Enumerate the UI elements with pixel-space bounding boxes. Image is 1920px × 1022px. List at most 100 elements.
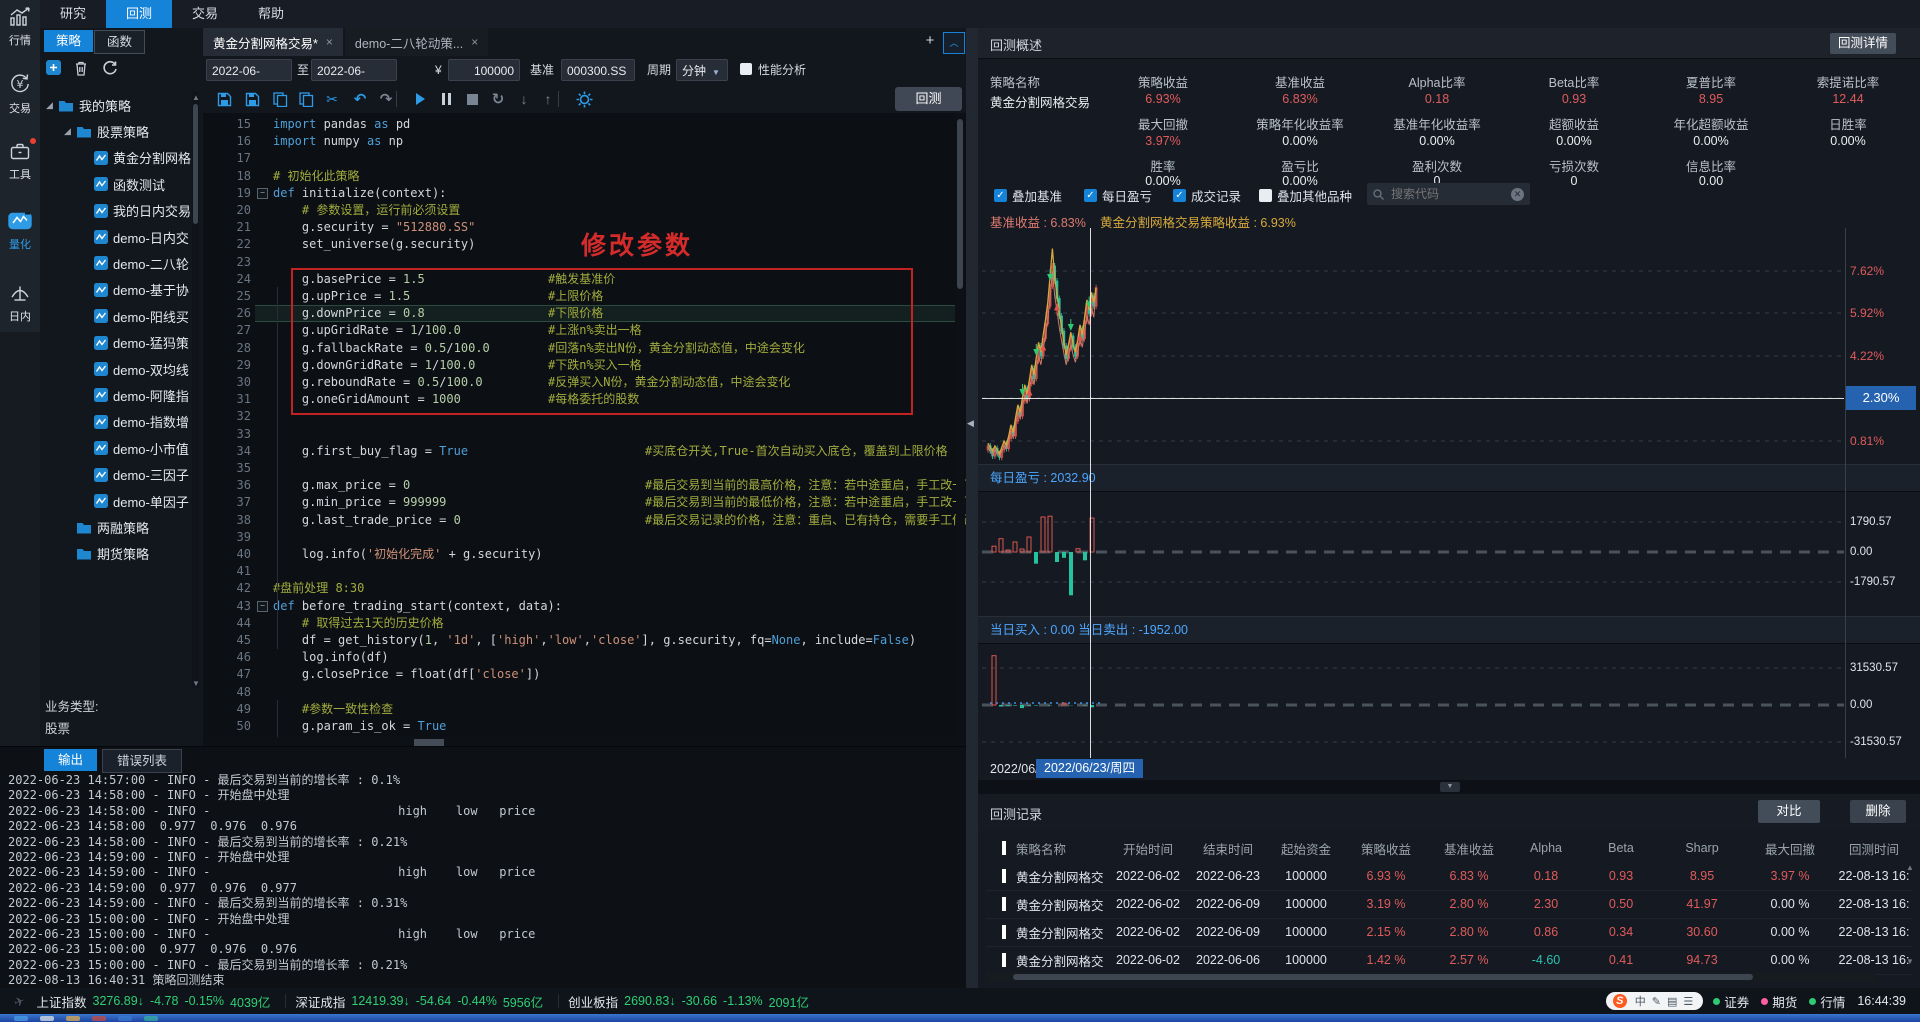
row-checkbox[interactable] [1002, 953, 1006, 967]
benchmark-field[interactable]: 000300.SS [561, 59, 635, 81]
collapse-panel-button[interactable]: ︿ [943, 32, 965, 54]
taskbar-app-icon[interactable] [92, 1016, 106, 1021]
run-icon[interactable] [410, 90, 430, 108]
ime-tool-icon[interactable]: 中 [1635, 993, 1646, 1009]
ime-logo-icon[interactable]: S [1613, 994, 1627, 1008]
record-row-3[interactable]: 黄金分割网格交2022-06-022022-06-061000001.42 %2… [986, 946, 1916, 974]
connection-行情[interactable]: 行情 [1809, 992, 1845, 1011]
tree-scroll-up-icon[interactable]: ▲ [192, 94, 200, 102]
filter-叠加其他品种[interactable]: 叠加其他品种 [1259, 186, 1352, 205]
sidebar-item-3[interactable]: 量化 [0, 210, 40, 252]
daily-pnl-chart[interactable] [982, 490, 1844, 614]
cut-icon[interactable]: ✂ [322, 90, 342, 108]
editor-tab-0[interactable]: 黄金分割网格交易*× [203, 28, 343, 56]
tree-scrollbar[interactable] [192, 92, 199, 688]
delete-button[interactable]: 删除 [1850, 800, 1906, 823]
checkbox-icon[interactable]: ✓ [1173, 189, 1186, 202]
add-icon[interactable] [46, 60, 61, 78]
filter-成交记录[interactable]: ✓成交记录 [1173, 186, 1241, 205]
copy-icon[interactable] [270, 90, 290, 108]
sidebar-item-2[interactable]: 工具 [0, 140, 40, 182]
ime-tool-icon[interactable]: ☰ [1683, 995, 1693, 1008]
step-up-icon[interactable]: ↑ [538, 90, 558, 108]
menu-item-1[interactable]: 回测 [106, 0, 172, 28]
row-checkbox[interactable] [1002, 869, 1006, 883]
restart-icon[interactable]: ↻ [488, 90, 508, 108]
connection-证券[interactable]: 证券 [1713, 992, 1749, 1011]
editor-vscrollbar[interactable] [956, 113, 964, 737]
ime-tool-icon[interactable]: ▤ [1667, 995, 1677, 1008]
sidebar-item-0[interactable]: 行情 [0, 6, 40, 48]
records-hscrollbar[interactable] [988, 972, 1876, 982]
backtest-detail-button[interactable]: 回测详情 [1830, 33, 1896, 54]
filter-每日盈亏[interactable]: ✓每日盈亏 [1084, 186, 1152, 205]
taskbar-app-icon[interactable] [66, 1016, 80, 1021]
close-tab-icon[interactable]: × [326, 35, 333, 49]
settings-icon[interactable] [574, 90, 594, 108]
records-scroll-down-icon[interactable]: ▼ [1906, 958, 1914, 966]
period-select[interactable]: 分钟▼ [676, 59, 728, 81]
ime-toolbar[interactable]: S中 ✎ ▤ ☰ [1606, 992, 1704, 1010]
log-tab-输出[interactable]: 输出 [44, 749, 97, 771]
tree-item-两融策略[interactable]: 两融策略 [40, 514, 216, 540]
compare-button[interactable]: 对比 [1758, 800, 1820, 823]
search-input[interactable] [1389, 186, 1511, 202]
windows-taskbar[interactable] [0, 1014, 1920, 1022]
taskbar-app-icon[interactable] [14, 1016, 28, 1021]
sidebar-item-4[interactable]: 日内 [0, 282, 40, 324]
sidebar-item-1[interactable]: ¥交易 [0, 72, 40, 116]
close-tab-icon[interactable]: × [471, 35, 478, 49]
taskbar-app-icon[interactable] [118, 1016, 132, 1021]
panel-splitter[interactable]: ◀ [966, 28, 978, 988]
checkbox-icon[interactable]: ✓ [1084, 189, 1097, 202]
equity-chart[interactable] [982, 228, 1844, 464]
menu-item-0[interactable]: 研究 [40, 0, 106, 28]
splitter-collapse-icon[interactable]: ◀ [967, 418, 974, 429]
collapse-records-icon[interactable]: ▼ [1440, 782, 1460, 792]
checkbox-icon[interactable] [1259, 189, 1272, 202]
tree-item-股票策略[interactable]: ◢股票策略 [40, 118, 216, 144]
date-to-field[interactable]: 2022-06-23▦ [311, 59, 397, 81]
date-from-field[interactable]: 2022-06-02▦ [206, 59, 292, 81]
pause-icon[interactable] [436, 90, 456, 108]
record-row-0[interactable]: 黄金分割网格交2022-06-022022-06-231000006.93 %6… [986, 862, 1916, 890]
refresh-icon[interactable] [102, 60, 118, 79]
save-all-icon[interactable] [242, 90, 262, 108]
save-icon[interactable] [214, 90, 234, 108]
tree-item-我的策略[interactable]: ◢我的策略 [40, 92, 198, 118]
run-backtest-button[interactable]: 回测 [895, 87, 962, 111]
add-tab-button[interactable]: + [921, 32, 939, 52]
tree-item-期货策略[interactable]: 期货策略 [40, 541, 216, 567]
clear-search-icon[interactable]: ✕ [1511, 188, 1524, 201]
capital-field[interactable]: 100000 [448, 59, 520, 81]
ime-tool-icon[interactable]: ✎ [1652, 995, 1661, 1008]
redo-icon[interactable]: ↷ [376, 90, 396, 108]
code-lines[interactable]: 15import pandas as pd16import numpy as n… [203, 113, 966, 737]
log-tab-错误列表[interactable]: 错误列表 [102, 749, 182, 773]
panel-tab-函数[interactable]: 函数 [94, 30, 145, 54]
filter-叠加基准[interactable]: ✓叠加基准 [994, 186, 1062, 205]
row-checkbox[interactable] [1002, 897, 1006, 911]
trash-icon[interactable] [74, 60, 88, 79]
daily-trade-chart[interactable] [982, 642, 1844, 758]
editor-tab-1[interactable]: demo-二八轮动策...× [345, 28, 488, 56]
record-row-2[interactable]: 黄金分割网格交2022-06-022022-06-091000002.15 %2… [986, 918, 1916, 946]
panel-tab-策略[interactable]: 策略 [44, 30, 93, 52]
select-all-checkbox[interactable] [1002, 841, 1006, 855]
menu-item-3[interactable]: 帮助 [238, 0, 304, 28]
tree-scroll-down-icon[interactable]: ▼ [192, 680, 200, 688]
record-row-1[interactable]: 黄金分割网格交2022-06-022022-06-091000003.19 %2… [986, 890, 1916, 918]
taskbar-app-icon[interactable] [40, 1016, 54, 1021]
menu-item-2[interactable]: 交易 [172, 0, 238, 28]
records-scroll-up-icon[interactable]: ▲ [1906, 864, 1914, 872]
row-checkbox[interactable] [1002, 925, 1006, 939]
step-down-icon[interactable]: ↓ [514, 90, 534, 108]
taskbar-app-icon[interactable] [144, 1016, 158, 1021]
undo-icon[interactable]: ↶ [350, 90, 370, 108]
paste-icon[interactable] [296, 90, 316, 108]
checkbox-icon[interactable]: ✓ [994, 189, 1007, 202]
connection-期货[interactable]: 期货 [1761, 992, 1797, 1011]
search-box[interactable]: ✕ [1367, 183, 1530, 205]
pin-icon[interactable]: ✈ [12, 992, 27, 1010]
performance-checkbox[interactable] [740, 63, 752, 75]
